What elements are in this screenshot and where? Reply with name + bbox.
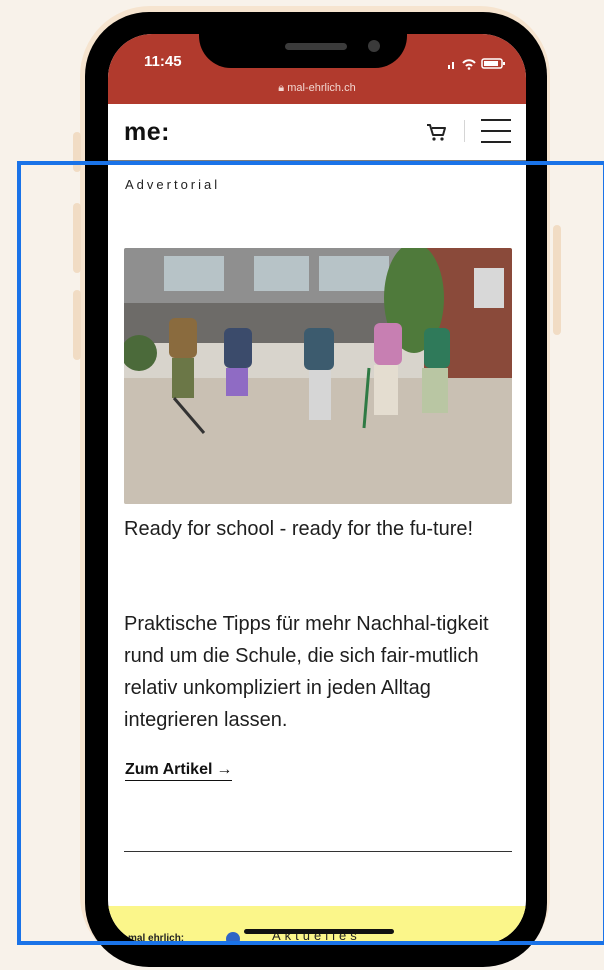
address-bar[interactable]: 🔒︎ mal-ehrlich.ch xyxy=(108,82,526,95)
wifi-icon xyxy=(462,59,476,70)
cart-icon[interactable] xyxy=(425,121,447,143)
status-time: 11:45 xyxy=(144,53,182,70)
speaker-grille xyxy=(285,43,347,50)
site-logo[interactable]: me: xyxy=(124,118,170,147)
front-camera-icon xyxy=(368,40,380,52)
url-text: mal-ehrlich.ch xyxy=(287,82,356,94)
status-icons xyxy=(438,56,508,70)
battery-icon xyxy=(481,58,505,69)
selection-highlight-box xyxy=(17,161,604,945)
signal-icon xyxy=(448,58,505,70)
lock-icon: 🔒︎ xyxy=(278,82,285,94)
hamburger-menu-icon[interactable] xyxy=(481,119,511,143)
site-header: me: xyxy=(108,104,526,162)
header-divider xyxy=(464,120,465,142)
